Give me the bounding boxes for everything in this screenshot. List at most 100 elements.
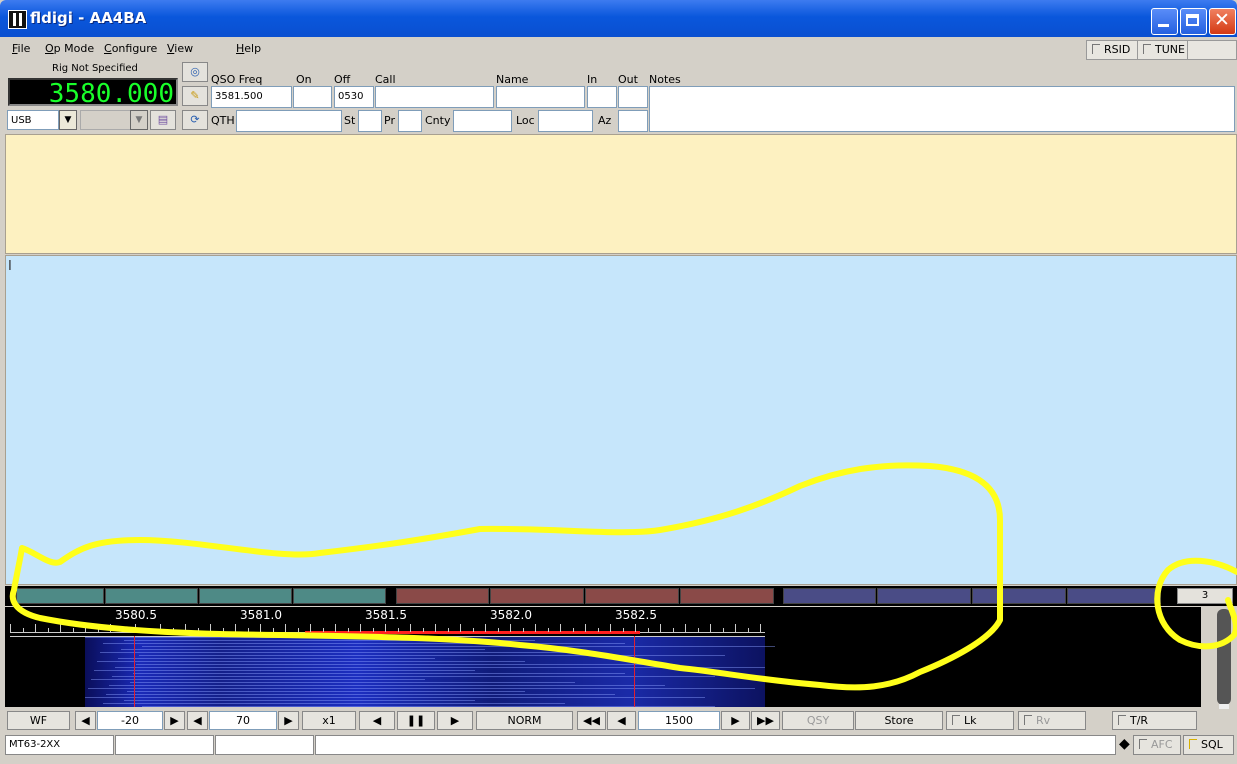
waterfall-trace-row	[124, 700, 475, 701]
step-forward-button[interactable]: ▶	[721, 711, 750, 730]
province-field[interactable]	[398, 110, 422, 132]
save-log-button[interactable]: ⟳	[182, 110, 208, 130]
scale-tick	[285, 624, 286, 632]
spare-toolbar-button[interactable]	[1187, 40, 1237, 60]
qsy-button[interactable]: QSY	[782, 711, 854, 730]
rst-out-field[interactable]	[618, 86, 648, 108]
macro-button-2[interactable]	[105, 588, 198, 604]
waterfall-level-slider-thumb[interactable]	[1219, 704, 1229, 709]
step-back-button[interactable]: ◀	[607, 711, 636, 730]
audio-frequency-field[interactable]: 1500	[638, 711, 720, 730]
scroll-right-button[interactable]: ▶	[437, 711, 473, 730]
state-field[interactable]	[358, 110, 382, 132]
tune-toggle[interactable]: TUNE	[1137, 40, 1188, 60]
rig-memory-button[interactable]: ▤	[150, 110, 176, 130]
close-button[interactable]: ✕	[1209, 8, 1236, 35]
menu-view[interactable]: View	[167, 42, 193, 55]
rig-bandwidth-dropdown[interactable]: ▼	[130, 110, 148, 130]
macro-button-7[interactable]	[585, 588, 679, 604]
scale-tick	[35, 624, 36, 632]
macro-button-9[interactable]	[783, 588, 876, 604]
call-field[interactable]	[375, 86, 494, 108]
fast-forward-button[interactable]: ▶▶	[751, 711, 780, 730]
minimize-button[interactable]	[1151, 8, 1178, 35]
speed-button[interactable]: NORM	[476, 711, 573, 730]
time-on-field[interactable]	[293, 86, 332, 108]
scroll-left-button[interactable]: ◀	[359, 711, 395, 730]
range-increase-button[interactable]: ▶	[278, 711, 299, 730]
waterfall-level-slider[interactable]	[1217, 609, 1231, 705]
macro-button-6[interactable]	[490, 588, 584, 604]
waterfall-display[interactable]: 3580.5 3581.0 3581.5 3582.0 3582.5	[5, 607, 1201, 707]
fldigi-app-icon	[8, 10, 27, 29]
clear-log-button[interactable]: ✎	[182, 86, 208, 106]
rig-mode-select[interactable]: USB	[7, 110, 59, 130]
azimuth-field[interactable]	[618, 110, 648, 132]
waterfall-trace-row	[133, 673, 625, 674]
macro-button-1[interactable]	[16, 588, 104, 604]
sql-toggle[interactable]: SQL	[1183, 735, 1234, 755]
scale-tick	[485, 624, 486, 632]
macro-button-11[interactable]	[972, 588, 1066, 604]
qso-freq-field[interactable]: 3581.500	[211, 86, 292, 108]
tune-label: TUNE	[1155, 43, 1185, 56]
scale-tick	[735, 624, 736, 632]
rig-frequency-display[interactable]: 3580.000	[8, 78, 178, 108]
macro-button-10[interactable]	[877, 588, 971, 604]
qth-field[interactable]	[236, 110, 342, 132]
scale-label-5: 3582.5	[615, 608, 657, 622]
lock-toggle[interactable]: Lk	[946, 711, 1014, 730]
menu-help[interactable]: Help	[236, 42, 261, 55]
scale-tick	[685, 624, 686, 632]
scale-tick	[747, 628, 749, 632]
ref-level-increase-button[interactable]: ▶	[164, 711, 185, 730]
macro-button-3[interactable]	[199, 588, 292, 604]
range-decrease-button[interactable]: ◀	[187, 711, 208, 730]
scale-tick	[122, 628, 124, 632]
receive-text-pane[interactable]	[5, 134, 1237, 254]
title-bar[interactable]: fldigi - AA4BA ✕	[0, 0, 1237, 37]
zoom-button[interactable]: x1	[302, 711, 356, 730]
reverse-toggle[interactable]: Rv	[1018, 711, 1086, 730]
transmit-receive-toggle[interactable]: T/R	[1112, 711, 1197, 730]
macro-set-button[interactable]: 3	[1177, 588, 1233, 604]
rst-in-field[interactable]	[587, 86, 617, 108]
status-mode[interactable]: MT63-2XX	[5, 735, 114, 755]
rig-mode-dropdown[interactable]: ▼	[59, 110, 77, 130]
notes-field[interactable]	[649, 86, 1235, 132]
transmit-text-pane[interactable]: I	[5, 255, 1237, 585]
status-message	[315, 735, 1116, 755]
time-off-field[interactable]: 0530	[334, 86, 374, 108]
afc-toggle[interactable]: AFC	[1133, 735, 1181, 755]
menu-help-label: elp	[244, 42, 262, 55]
rsid-toggle[interactable]: RSID	[1086, 40, 1138, 60]
ref-level-field[interactable]: -20	[97, 711, 163, 730]
pause-button[interactable]: ❚❚	[397, 711, 435, 730]
waterfall-mode-button[interactable]: WF	[7, 711, 70, 730]
ref-level-decrease-button[interactable]: ◀	[75, 711, 96, 730]
menu-file[interactable]: File	[12, 42, 30, 55]
macro-button-8[interactable]	[680, 588, 774, 604]
range-field[interactable]: 70	[209, 711, 277, 730]
fast-back-button[interactable]: ◀◀	[577, 711, 606, 730]
menu-configure-label: onfigure	[111, 42, 158, 55]
menu-configure[interactable]: Configure	[104, 42, 157, 55]
macro-button-5[interactable]	[396, 588, 489, 604]
country-field[interactable]	[453, 110, 512, 132]
locator-field[interactable]	[538, 110, 593, 132]
waterfall-trace-row	[94, 670, 475, 671]
smeter-button[interactable]: ◎	[182, 62, 208, 82]
name-field[interactable]	[496, 86, 585, 108]
macro-button-4[interactable]	[293, 588, 386, 604]
menu-op-mode[interactable]: Op Mode	[45, 42, 94, 55]
scale-label-1: 3580.5	[115, 608, 157, 622]
scale-tick	[110, 624, 111, 632]
scale-tick	[635, 624, 636, 632]
triangle-left-icon: ◀	[193, 714, 202, 727]
scale-tick	[760, 624, 761, 632]
store-button[interactable]: Store	[855, 711, 943, 730]
macro-button-12[interactable]	[1067, 588, 1161, 604]
scale-tick	[272, 628, 274, 632]
waterfall-trace-row	[109, 685, 665, 686]
maximize-button[interactable]	[1180, 8, 1207, 35]
